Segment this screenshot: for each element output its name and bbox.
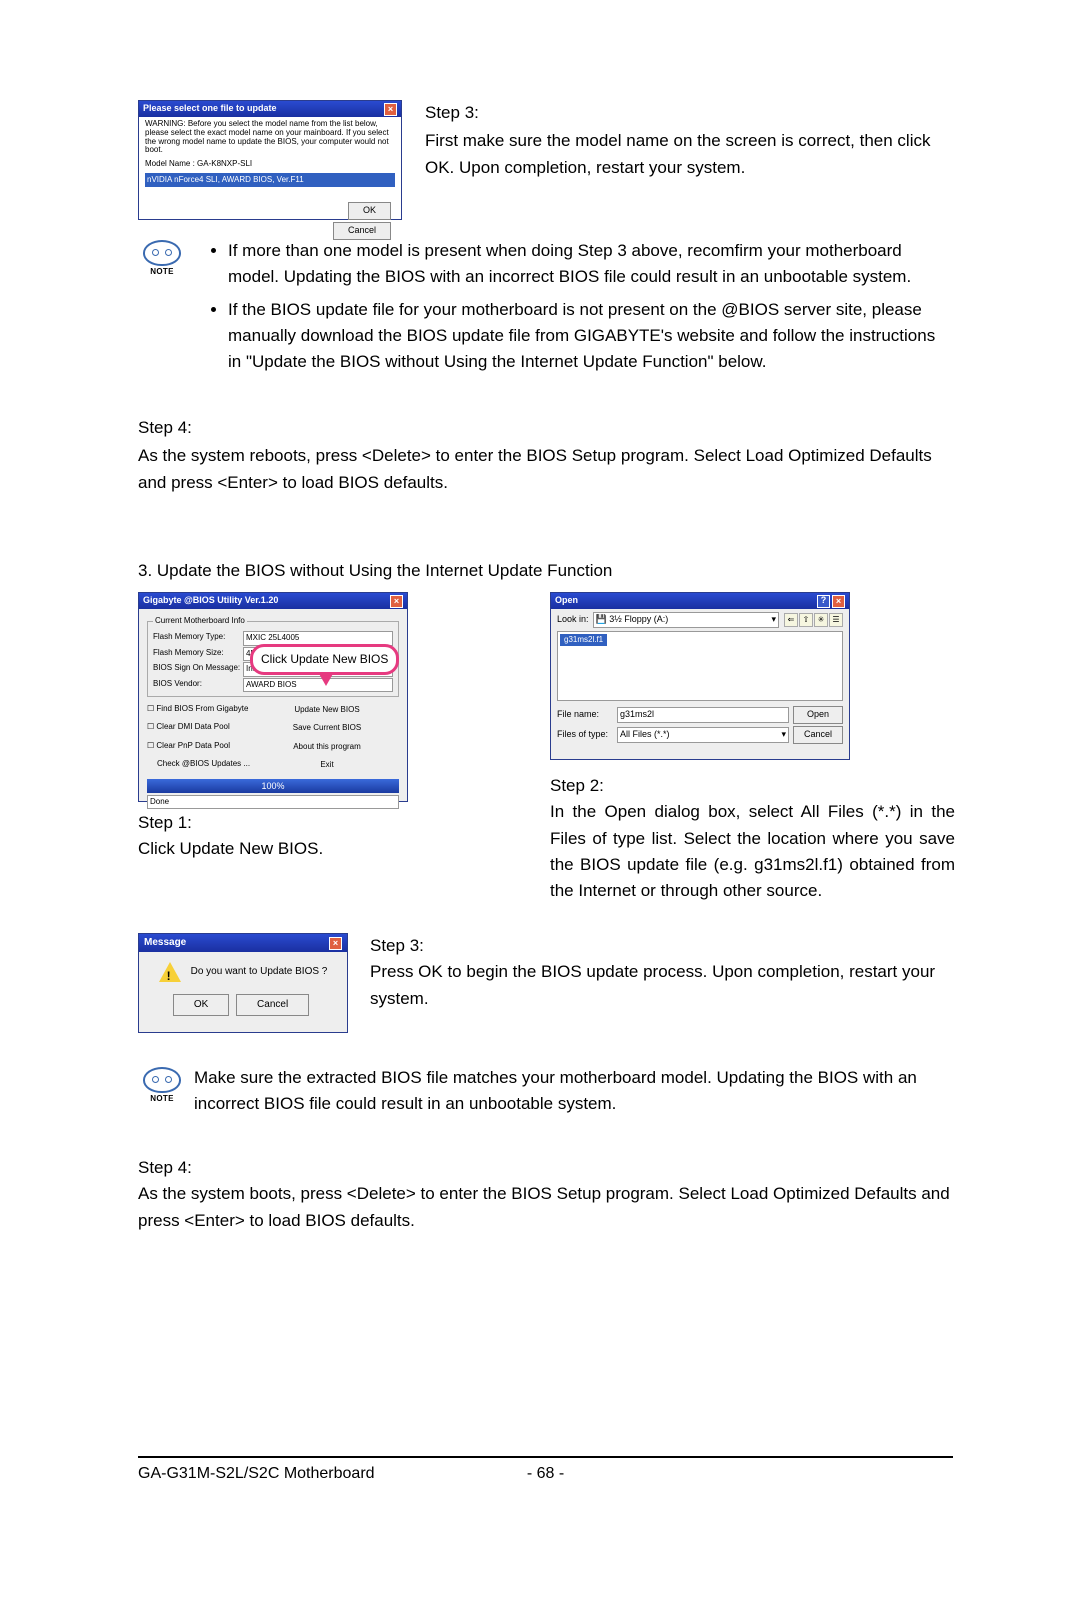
step-title: Step 1: bbox=[138, 810, 408, 836]
new-folder-icon: ✳ bbox=[814, 613, 828, 627]
note-text: Make sure the extracted BIOS file matche… bbox=[186, 1065, 953, 1118]
group-legend: Current Motherboard Info bbox=[153, 615, 247, 627]
clear-dmi-checkbox[interactable]: Clear DMI Data Pool bbox=[147, 721, 267, 735]
callout-label: Click Update New BIOS bbox=[250, 644, 399, 675]
back-icon: ⇐ bbox=[784, 613, 798, 627]
bios-list-selected[interactable]: nVIDIA nForce4 SLI, AWARD BIOS, Ver.F11 bbox=[145, 173, 395, 187]
save-current-bios-button[interactable]: Save Current BIOS bbox=[277, 721, 377, 735]
update-new-bios-button[interactable]: Update New BIOS bbox=[277, 703, 377, 717]
open-file-dialog: Open ? × Look in: 💾 3½ Floppy (A:)▾ ⇐⇧✳☰… bbox=[550, 592, 850, 760]
note-block-1: NOTE If more than one model is present w… bbox=[138, 238, 953, 382]
message-text: Do you want to Update BIOS ? bbox=[191, 964, 328, 980]
find-bios-checkbox[interactable]: Find BIOS From Gigabyte bbox=[147, 703, 267, 717]
filename-label: File name: bbox=[557, 708, 613, 722]
filetype-combo[interactable]: All Files (*.*)▾ bbox=[617, 727, 789, 743]
note-item: If the BIOS update file for your motherb… bbox=[228, 297, 953, 376]
footer-rule bbox=[138, 1456, 953, 1458]
dialog-title: Please select one file to update bbox=[143, 102, 277, 116]
step-body: As the system reboots, press <Delete> to… bbox=[138, 443, 953, 496]
note-item: If more than one model is present when d… bbox=[228, 238, 953, 291]
select-file-dialog: Please select one file to update × WARNI… bbox=[138, 100, 402, 220]
file-item-selected[interactable]: g31ms2l.f1 bbox=[560, 634, 607, 646]
step-body: Press OK to begin the BIOS update proces… bbox=[370, 959, 955, 1012]
cancel-button[interactable]: Cancel bbox=[236, 994, 309, 1016]
note-block-2: NOTE Make sure the extracted BIOS file m… bbox=[138, 1065, 953, 1118]
view-icon: ☰ bbox=[829, 613, 843, 627]
step3-top-text: Step 3: First make sure the model name o… bbox=[425, 100, 950, 183]
model-name-label: Model Name : GA-K8NXP-SLI bbox=[145, 158, 395, 170]
note-icon: NOTE bbox=[138, 238, 186, 382]
step4b-text: Step 4: As the system boots, press <Dele… bbox=[138, 1155, 953, 1234]
toolbar-icons[interactable]: ⇐⇧✳☰ bbox=[783, 613, 843, 627]
step-title: Step 4: bbox=[138, 1155, 953, 1181]
step-body: As the system boots, press <Delete> to e… bbox=[138, 1181, 953, 1234]
help-icon[interactable]: ? bbox=[817, 595, 830, 608]
page-footer: GA-G31M-S2L/S2C Motherboard - 68 - bbox=[138, 1462, 953, 1487]
file-list[interactable]: g31ms2l.f1 bbox=[557, 631, 843, 701]
check-updates-link[interactable]: Check @BIOS Updates ... bbox=[147, 758, 267, 772]
close-icon[interactable]: × bbox=[329, 937, 342, 950]
message-dialog: Message × Do you want to Update BIOS ? O… bbox=[138, 933, 348, 1033]
dialog-titlebar: Please select one file to update × bbox=[139, 101, 401, 117]
status-bar: Done bbox=[147, 795, 399, 809]
window-titlebar: Gigabyte @BIOS Utility Ver.1.20 × bbox=[139, 593, 407, 609]
step2-text: Step 2: In the Open dialog box, select A… bbox=[550, 773, 955, 905]
atbios-utility-window: Gigabyte @BIOS Utility Ver.1.20 × Curren… bbox=[138, 592, 408, 802]
close-icon[interactable]: × bbox=[390, 595, 403, 608]
dialog-title: Open bbox=[555, 594, 578, 608]
ok-button[interactable]: OK bbox=[173, 994, 229, 1016]
filetype-label: Files of type: bbox=[557, 728, 613, 742]
step-body: Click Update New BIOS. bbox=[138, 836, 408, 862]
exit-button[interactable]: Exit bbox=[277, 758, 377, 772]
page-number: - 68 - bbox=[486, 1462, 606, 1487]
window-title: Gigabyte @BIOS Utility Ver.1.20 bbox=[143, 594, 278, 608]
section-heading: 3. Update the BIOS without Using the Int… bbox=[138, 558, 953, 584]
open-button[interactable]: Open bbox=[793, 706, 843, 724]
filename-input[interactable]: g31ms2l bbox=[617, 707, 789, 723]
step-title: Step 3: bbox=[425, 100, 950, 126]
dialog-title: Message bbox=[144, 935, 186, 951]
cancel-button[interactable]: Cancel bbox=[793, 726, 843, 744]
lookin-label: Look in: bbox=[557, 613, 589, 627]
warning-icon bbox=[159, 962, 181, 982]
step-title: Step 4: bbox=[138, 415, 953, 441]
step3b-text: Step 3: Press OK to begin the BIOS updat… bbox=[370, 933, 955, 1012]
footer-left: GA-G31M-S2L/S2C Motherboard bbox=[138, 1462, 486, 1487]
step-title: Step 2: bbox=[550, 773, 955, 799]
callout-arrow-icon bbox=[318, 672, 334, 686]
up-icon: ⇧ bbox=[799, 613, 813, 627]
step4a-text: Step 4: As the system reboots, press <De… bbox=[138, 415, 953, 498]
step-body: In the Open dialog box, select All Files… bbox=[550, 799, 955, 904]
warning-text: WARNING: Before you select the model nam… bbox=[145, 120, 395, 155]
step-body: First make sure the model name on the sc… bbox=[425, 128, 950, 181]
ok-button[interactable]: OK bbox=[348, 202, 391, 220]
clear-pnp-checkbox[interactable]: Clear PnP Data Pool bbox=[147, 740, 267, 754]
about-button[interactable]: About this program bbox=[277, 740, 377, 754]
progress-bar: 100% bbox=[147, 779, 399, 793]
close-icon[interactable]: × bbox=[384, 103, 397, 116]
lookin-combo[interactable]: 💾 3½ Floppy (A:)▾ bbox=[593, 612, 779, 628]
close-icon[interactable]: × bbox=[832, 595, 845, 608]
note-icon: NOTE bbox=[138, 1065, 186, 1118]
step1-text: Step 1: Click Update New BIOS. bbox=[138, 810, 408, 863]
step-title: Step 3: bbox=[370, 933, 955, 959]
